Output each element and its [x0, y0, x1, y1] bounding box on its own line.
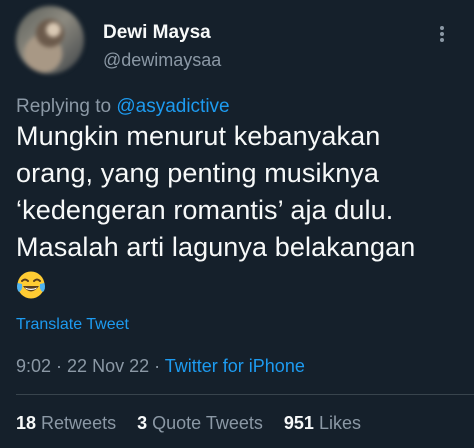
tweet-line: Mungkin menurut kebanyakan	[16, 121, 381, 151]
tweet-line: ‘kedengeran romantis’ aja dulu.	[16, 195, 394, 225]
quote-tweets-count: 3	[137, 413, 148, 433]
display-name[interactable]: Dewi Maysa	[103, 22, 211, 44]
likes-count: 951	[283, 413, 314, 433]
tweet-line: orang, yang penting musiknya	[16, 158, 380, 188]
quote-tweets-stat[interactable]: 3 Quote Tweets	[137, 413, 263, 433]
face-with-tears-of-joy-icon	[16, 270, 46, 300]
avatar[interactable]	[16, 6, 84, 74]
quote-tweets-label: Quote Tweets	[152, 413, 263, 433]
meta-separator: ·	[149, 356, 165, 376]
translate-tweet-link[interactable]: Translate Tweet	[16, 316, 129, 334]
more-options-icon[interactable]	[436, 22, 448, 46]
tweet-date[interactable]: 22 Nov 22	[67, 356, 149, 376]
tweet-stats: 18 Retweets 3 Quote Tweets 951 Likes	[16, 413, 377, 434]
tweet-time[interactable]: 9:02	[16, 356, 51, 376]
meta-separator: ·	[51, 356, 68, 376]
replying-to: Replying to @asyadictive	[16, 96, 230, 118]
reply-mention-link[interactable]: @asyadictive	[116, 96, 229, 117]
likes-label: Likes	[318, 413, 361, 433]
tweet-line: Masalah arti lagunya belakangan	[16, 232, 416, 262]
replying-to-label: Replying to	[16, 96, 117, 117]
user-handle[interactable]: @dewimaysaa	[103, 50, 221, 71]
tweet-meta: 9:02 · 22 Nov 22 · Twitter for iPhone	[16, 356, 305, 377]
divider	[16, 394, 474, 395]
tweet-text: Mungkin menurut kebanyakan orang, yang p…	[16, 118, 466, 266]
tweet-source-link[interactable]: Twitter for iPhone	[165, 356, 305, 376]
likes-stat[interactable]: 951 Likes	[284, 413, 361, 433]
retweets-label: Retweets	[41, 413, 117, 433]
retweets-stat[interactable]: 18 Retweets	[16, 413, 116, 433]
retweets-count: 18	[16, 413, 37, 433]
